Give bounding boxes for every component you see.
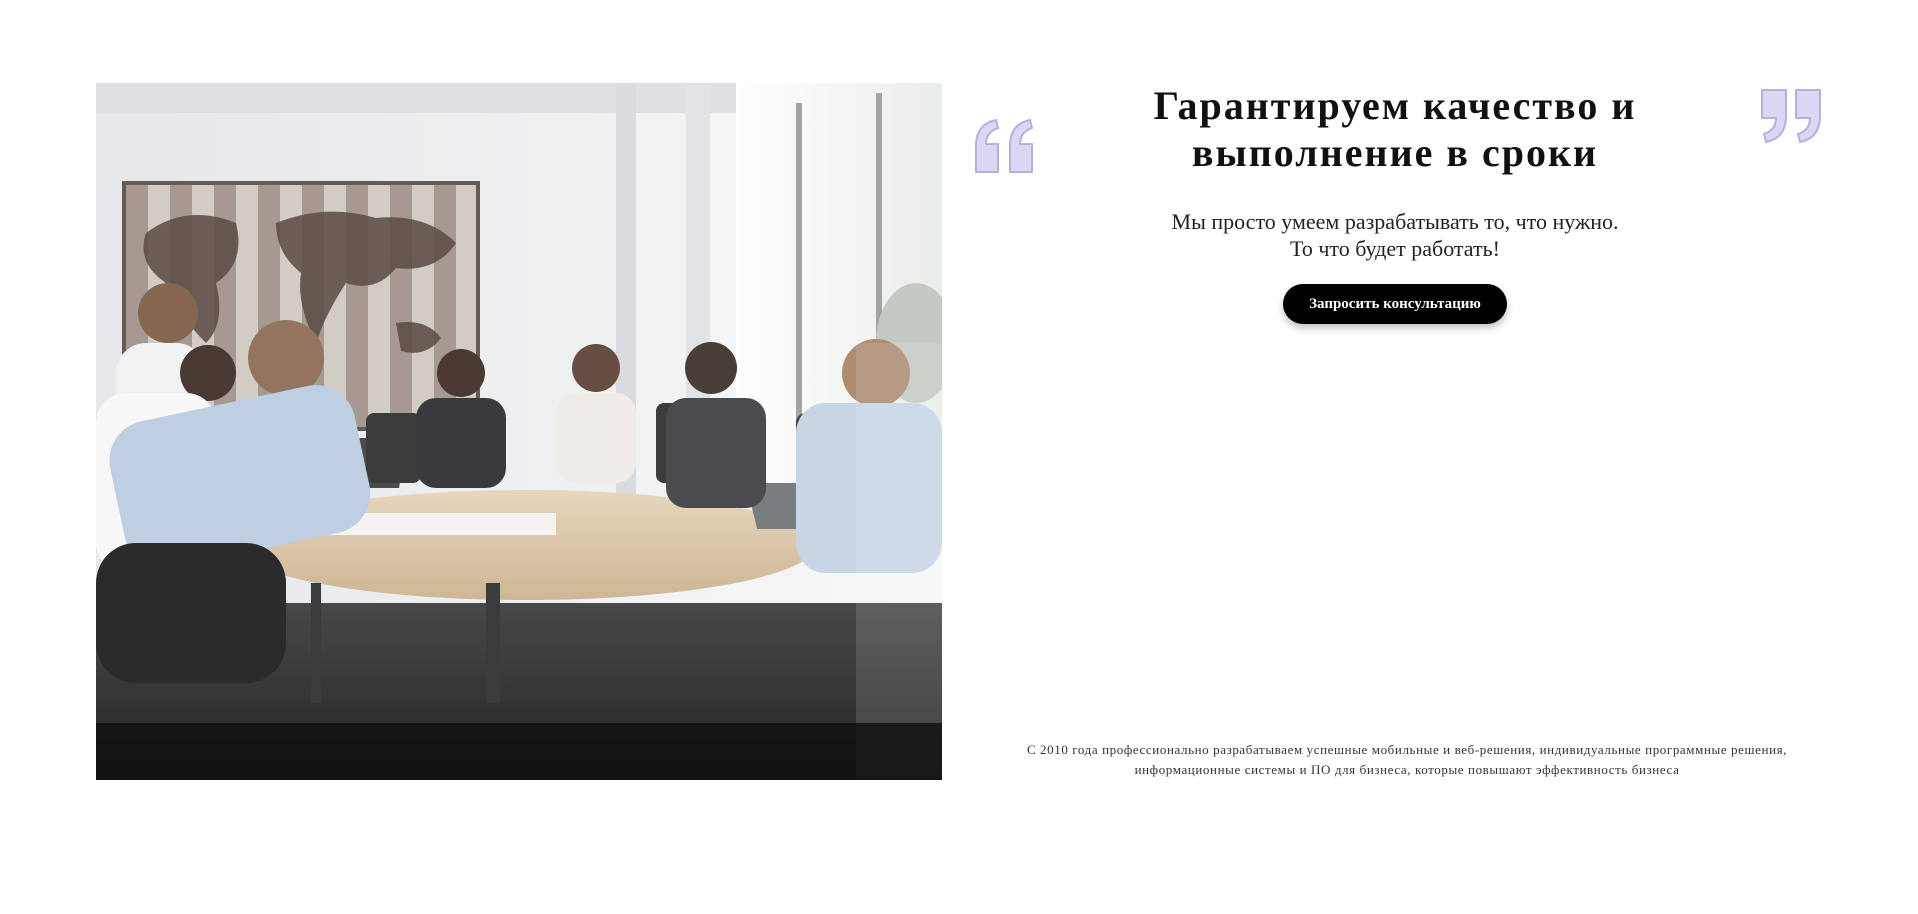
company-description-line2: информационные системы и ПО для бизнеса,… (1134, 762, 1680, 777)
meeting-photo-image (96, 83, 942, 780)
hero-subtext-line1: Мы просто умеем разрабатывать то, что ну… (1171, 209, 1619, 234)
hero-headline: Гарантируем качество и выполнение в срок… (1140, 82, 1650, 176)
hero-headline-line2: выполнение в сроки (1191, 130, 1599, 175)
meeting-photo (96, 83, 942, 780)
hero-subtext: Мы просто умеем разрабатывать то, что ну… (1140, 208, 1650, 262)
quote-open-icon (972, 116, 1042, 176)
company-description: С 2010 года профессионально разрабатывае… (972, 740, 1842, 780)
request-consultation-button[interactable]: Запросить консультацию (1283, 284, 1507, 324)
company-description-line1: С 2010 года профессионально разрабатывае… (1026, 742, 1788, 757)
hero-headline-line1: Гарантируем качество и (1153, 83, 1637, 128)
hero-subtext-line2: То что будет работать! (1290, 236, 1500, 261)
quote-close-icon (1758, 86, 1828, 146)
hero-content: Гарантируем качество и выполнение в срок… (1140, 82, 1650, 324)
page: Гарантируем качество и выполнение в срок… (0, 0, 1918, 914)
